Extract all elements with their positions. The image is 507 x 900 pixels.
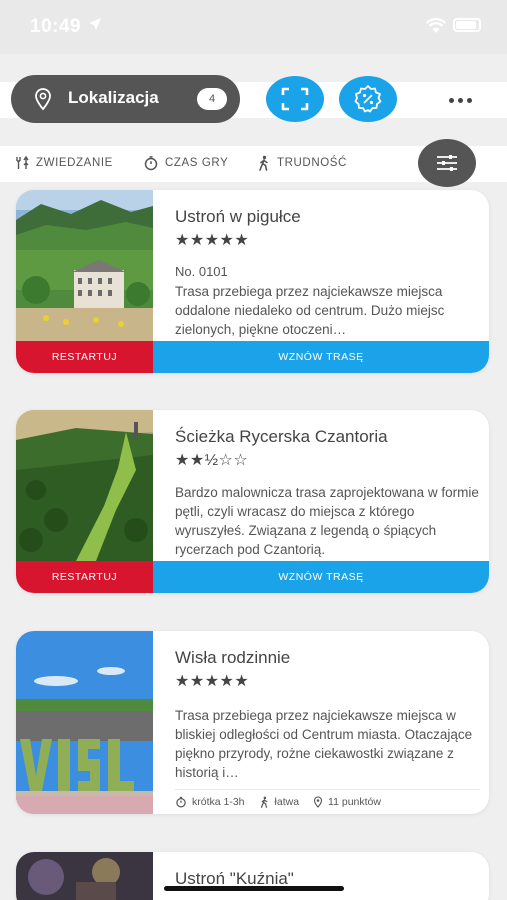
dot — [448, 97, 454, 103]
rating-stars: ★★★★★ — [175, 673, 250, 690]
filter-sightseeing[interactable]: ZWIEDZANIE — [14, 155, 113, 171]
status-bar: 10:49 — [0, 0, 507, 54]
route-title: Wisła rodzinnie — [175, 648, 291, 667]
restart-button[interactable]: RESTARTUJ — [16, 341, 153, 373]
scan-button[interactable] — [266, 76, 324, 122]
location-arrow-icon — [88, 17, 102, 36]
sliders-icon — [437, 155, 457, 171]
dot — [466, 97, 472, 103]
home-indicator[interactable] — [164, 886, 344, 891]
wifi-icon — [425, 18, 447, 39]
route-description: Bardzo malownicza trasa zaprojektowana w… — [175, 485, 479, 557]
route-title: Ustroń w pigułce — [175, 207, 301, 226]
duration-info: krótka 1-3h — [175, 796, 245, 808]
route-meta: krótka 1-3h łatwa 11 punktów — [175, 796, 381, 808]
map-pin-icon — [313, 796, 323, 808]
discount-badge-icon — [354, 85, 382, 113]
filter-label: CZAS GRY — [165, 157, 229, 169]
filter-settings-button[interactable] — [418, 139, 476, 187]
timer-icon — [144, 156, 158, 171]
route-thumbnail-wisla — [16, 631, 153, 814]
route-card[interactable]: Ścieżka Rycerska Czantoria ★★½☆☆ Bardzo … — [16, 410, 489, 593]
route-thumbnail-ustron — [16, 190, 153, 341]
timer-icon — [176, 796, 186, 808]
location-button[interactable]: Lokalizacja 4 — [11, 75, 240, 123]
route-code: No. 0101 — [175, 264, 228, 279]
difficulty-label: łatwa — [274, 796, 300, 808]
filter-difficulty[interactable]: TRUDNOŚĆ — [257, 155, 347, 171]
divider — [175, 789, 480, 790]
rating-stars: ★★★★★ — [175, 232, 250, 249]
route-thumbnail-kuznia — [16, 852, 153, 900]
resume-route-button[interactable]: WZNÓW TRASĘ — [153, 341, 489, 373]
difficulty-info: łatwa — [259, 796, 300, 808]
location-label: Lokalizacja — [68, 88, 159, 107]
card-actions: RESTARTUJ WZNÓW TRASĘ — [16, 561, 489, 593]
more-options-button[interactable] — [440, 88, 480, 112]
dot — [457, 97, 463, 103]
route-card[interactable]: Ustroń w pigułce ★★★★★ No. 0101 Trasa pr… — [16, 190, 489, 373]
status-time: 10:49 — [30, 16, 82, 37]
filter-label: TRUDNOŚĆ — [277, 157, 347, 169]
location-count-badge: 4 — [197, 88, 227, 110]
promo-button[interactable] — [339, 76, 397, 122]
route-thumbnail-czantoria — [16, 410, 153, 561]
walking-icon — [259, 155, 268, 171]
resume-route-button[interactable]: WZNÓW TRASĘ — [153, 561, 489, 593]
filter-play-time[interactable]: CZAS GRY — [143, 155, 228, 171]
points-info: 11 punktów — [313, 796, 381, 808]
route-card[interactable]: Ustroń "Kuźnia" — [16, 852, 489, 900]
scan-icon — [281, 87, 309, 111]
card-actions: RESTARTUJ WZNÓW TRASĘ — [16, 341, 489, 373]
duration-label: krótka 1-3h — [192, 796, 245, 808]
walking-icon — [260, 796, 267, 808]
battery-icon — [453, 18, 481, 32]
filter-label: ZWIEDZANIE — [36, 157, 113, 169]
restart-button[interactable]: RESTARTUJ — [16, 561, 153, 593]
points-label: 11 punktów — [328, 796, 381, 808]
route-title: Ścieżka Rycerska Czantoria — [175, 427, 388, 446]
map-pin-icon — [33, 87, 53, 116]
route-description: Trasa przebiega przez najciekawsze miejs… — [175, 708, 473, 780]
rating-stars: ★★½☆☆ — [175, 452, 249, 469]
route-card[interactable]: Wisła rodzinnie ★★★★★ Trasa przebiega pr… — [16, 631, 489, 814]
sightseeing-icon — [16, 155, 29, 169]
route-description: Trasa przebiega przez najciekawsze miejs… — [175, 284, 445, 337]
